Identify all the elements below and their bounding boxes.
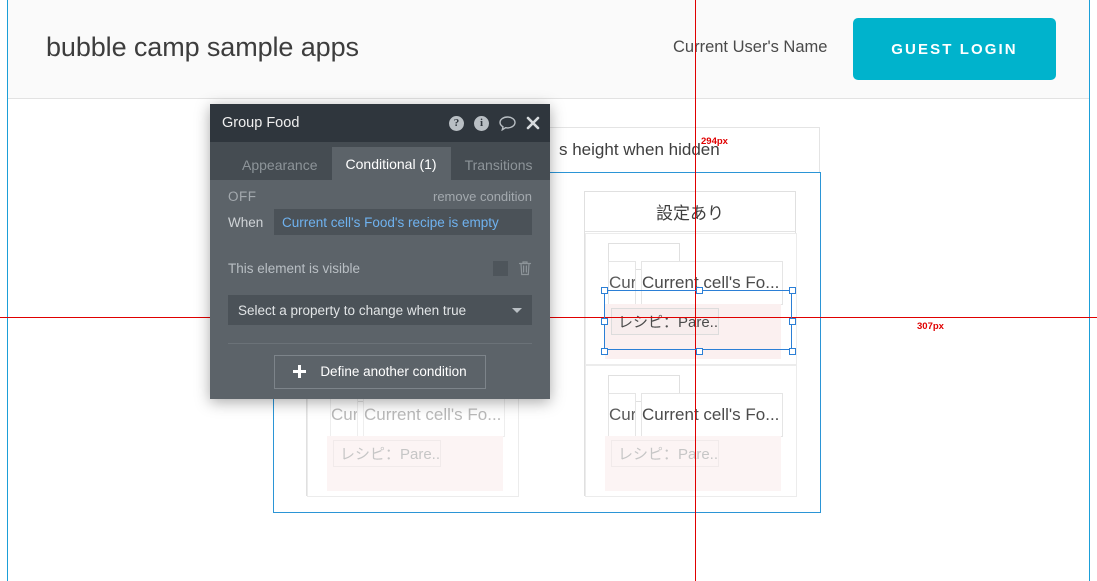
dialog-tabs: Appearance Conditional (1) Transitions [210,142,550,180]
dialog-titlebar[interactable]: Group Food ? i [210,104,550,142]
tab-transitions[interactable]: Transitions [451,149,547,180]
cell-recipe-group-selected[interactable]: レシピ：Pare... [605,304,781,359]
property-select-dropdown[interactable]: Select a property to change when true [228,295,532,325]
visible-property-label: This element is visible [228,260,361,276]
cell-recipe-text: レシピ：Pare... [611,440,719,467]
condition-state-label: OFF [228,189,257,204]
app-header: bubble camp sample apps Current User's N… [8,0,1089,99]
property-select-label: Select a property to change when true [238,302,467,318]
define-another-condition-label: Define another condition [320,364,467,379]
chevron-down-icon [512,307,522,313]
tab-appearance[interactable]: Appearance [228,149,332,180]
trash-icon[interactable] [518,260,532,276]
comment-icon[interactable] [499,115,516,131]
horizontal-guide-label: 307px [917,321,944,332]
condition-state-row: OFF remove condition [228,180,532,204]
visible-property-row: This element is visible [228,257,532,279]
plus-icon [293,365,307,378]
tab-conditional[interactable]: Conditional (1) [331,147,451,180]
define-another-condition-button[interactable]: Define another condition [274,354,486,389]
cell-label-big: Current cell's Fo... [363,393,505,437]
cell-label-big: Current cell's Fo... [641,261,783,305]
dialog-footer: Define another condition [228,343,532,399]
when-label: When [228,214,264,230]
cell-recipe-group[interactable]: レシピ：Pare... [605,436,781,491]
cell-label-big: Current cell's Fo... [641,393,783,437]
property-editor-dialog[interactable]: Group Food ? i Appearance Conditional (1… [210,104,550,399]
vertical-alignment-guide [695,0,696,581]
cell-label-small: Curr [608,393,636,437]
repeating-cell[interactable]: Curr Current cell's Fo... レシピ：Pare... [585,233,797,365]
help-icon[interactable]: ? [449,115,464,131]
dialog-icon-group: ? i [449,104,540,142]
dialog-title: Group Food [222,115,300,131]
close-icon[interactable] [526,116,540,130]
group-food-right[interactable]: 設定あり Curr Current cell's Fo... レシピ：Pare.… [584,191,797,497]
current-user-label: Current User's Name [673,38,828,56]
repeating-cell[interactable]: Curr Current cell's Fo... レシピ：Pare... [585,365,797,497]
app-title: bubble camp sample apps [46,32,359,62]
cell-recipe-group[interactable]: レシピ：Pare... [327,436,503,491]
page-right-edge-line [1089,0,1090,581]
group-right-header: 設定あり [585,192,795,232]
visible-checkbox[interactable] [493,260,508,276]
cell-label-small: Curr [608,261,636,305]
cell-recipe-text: レシピ：Pare... [611,308,719,335]
when-row: When Current cell's Food's recipe is emp… [228,209,532,235]
guest-login-button[interactable]: GUEST LOGIN [853,18,1056,80]
remove-condition-link[interactable]: remove condition [433,189,532,204]
editor-canvas-root: bubble camp sample apps Current User's N… [0,0,1097,581]
cell-label-small: Curr [330,393,358,437]
cell-recipe-text: レシピ：Pare... [333,440,441,467]
vertical-guide-label: 294px [701,136,728,147]
dialog-body: OFF remove condition When Current cell's… [210,180,550,399]
info-icon[interactable]: i [474,115,489,131]
when-expression-field[interactable]: Current cell's Food's recipe is empty [274,209,532,235]
